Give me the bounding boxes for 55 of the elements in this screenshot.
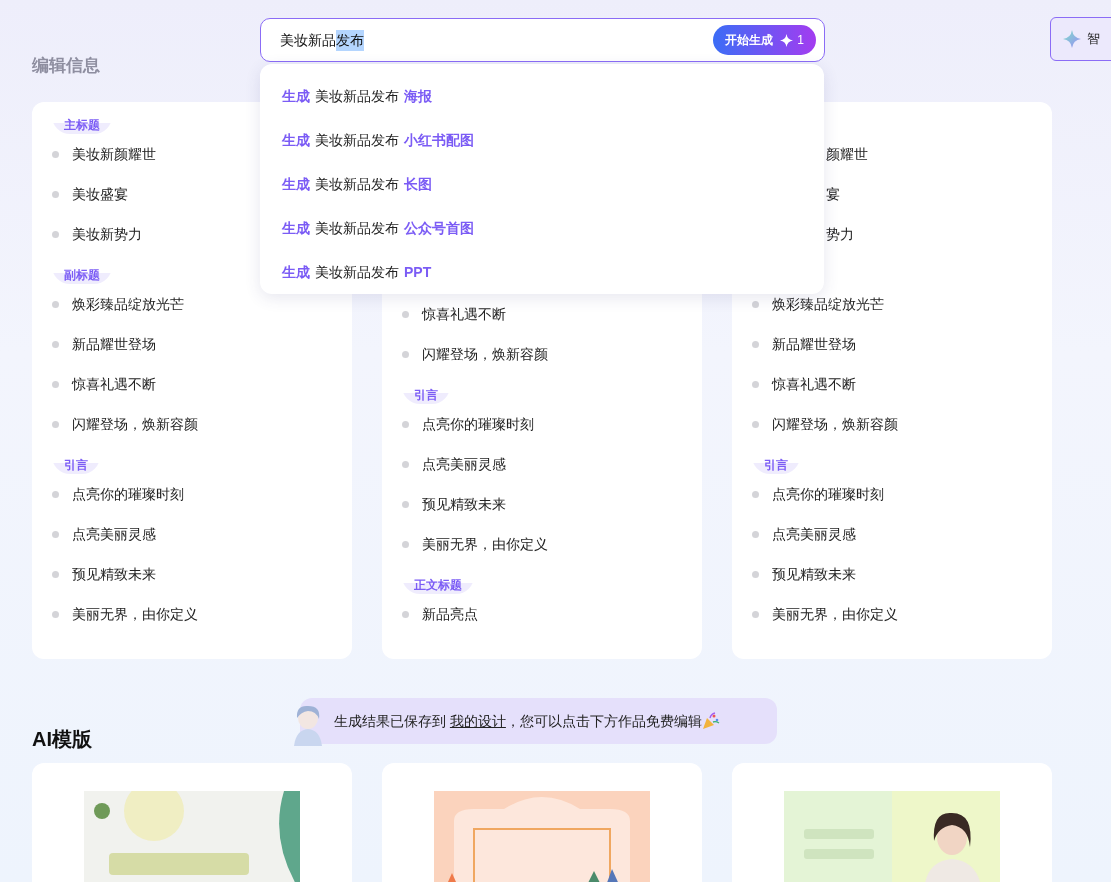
list-item-text: 美妆新颜耀世 (72, 144, 156, 164)
section-title: 编辑信息 (32, 56, 100, 76)
list-item-text: 惊喜礼遇不断 (772, 374, 856, 394)
section-label: 引言 (52, 456, 100, 474)
list-item-text: 美妆盛宴 (72, 184, 128, 204)
search-field[interactable]: 美妆新品发布 开始生成 1 (260, 18, 825, 62)
notification-text: 生成结果已保存到 我的设计，您可以点击下方作品免费编辑 (334, 711, 702, 731)
list-item-text: 点亮你的璀璨时刻 (772, 484, 884, 504)
list-item-text: 预见精致未来 (72, 564, 156, 584)
list-item-text: 美妆新势力 (72, 224, 142, 244)
list-item-text: 惊喜礼遇不断 (422, 304, 506, 324)
list-item-text: 焕彩臻品绽放光芒 (72, 294, 184, 314)
list-item-text: 点亮你的璀璨时刻 (422, 414, 534, 434)
list-item-text: 新品耀世登场 (72, 334, 156, 354)
list-item-text: 点亮你的璀璨时刻 (72, 484, 184, 504)
sparkle-icon (1063, 30, 1081, 48)
list-item-text: 美丽无界，由你定义 (772, 604, 898, 624)
list-item-text: 点亮美丽灵感 (422, 454, 506, 474)
list-item-text: 惊喜礼遇不断 (72, 374, 156, 394)
list-item-text: 焕彩臻品绽放光芒 (772, 294, 884, 314)
template-card[interactable] (382, 763, 702, 882)
suggestion-item[interactable]: 生成 美妆新品发布 长图 (260, 162, 824, 206)
template-card[interactable] (732, 763, 1052, 882)
list-item-text: 点亮美丽灵感 (772, 524, 856, 544)
list-item-text: 美丽无界，由你定义 (422, 534, 548, 554)
list-item-text: 闪耀登场，焕新容颜 (422, 344, 548, 364)
list-item-text: 闪耀登场，焕新容颜 (72, 414, 198, 434)
list-item-text: 美丽无界，由你定义 (72, 604, 198, 624)
section-title: AI模版 (32, 727, 92, 751)
list-item-text: 新品亮点 (422, 604, 478, 624)
sparkle-icon (780, 33, 794, 47)
search-text: 美妆新品 (280, 30, 336, 50)
list-item-text: 新品耀世登场 (772, 334, 856, 354)
list-item-text: 颜耀世 (826, 144, 868, 164)
list-item-text: 预见精致未来 (772, 564, 856, 584)
section-label: 正文标题 (402, 576, 474, 594)
list-item-text: 点亮美丽灵感 (72, 524, 156, 544)
suggestion-item[interactable]: 生成 美妆新品发布 海报 (260, 74, 824, 118)
section-label: 副标题 (52, 266, 112, 284)
suggestion-item[interactable]: 生成 美妆新品发布 PPT (260, 250, 824, 294)
ai-button[interactable]: 智 (1050, 17, 1111, 61)
suggestion-item[interactable]: 生成 美妆新品发布 公众号首图 (260, 206, 824, 250)
section-label: 主标题 (52, 116, 112, 134)
list-item-text: 势力 (826, 224, 854, 244)
list-item-text: 预见精致未来 (422, 494, 506, 514)
generate-button[interactable]: 开始生成 1 (713, 25, 816, 55)
list-item-text: 闪耀登场，焕新容颜 (772, 414, 898, 434)
list-item-text: 宴 (826, 184, 840, 204)
section-label: 引言 (752, 456, 800, 474)
template-card[interactable] (32, 763, 352, 882)
search-text: 发布 (336, 29, 364, 51)
section-label: 引言 (402, 386, 450, 404)
suggestion-item[interactable]: 生成 美妆新品发布 小红书配图 (260, 118, 824, 162)
party-popper-icon (701, 712, 720, 730)
my-designs-link[interactable]: 我的设计 (449, 712, 506, 729)
